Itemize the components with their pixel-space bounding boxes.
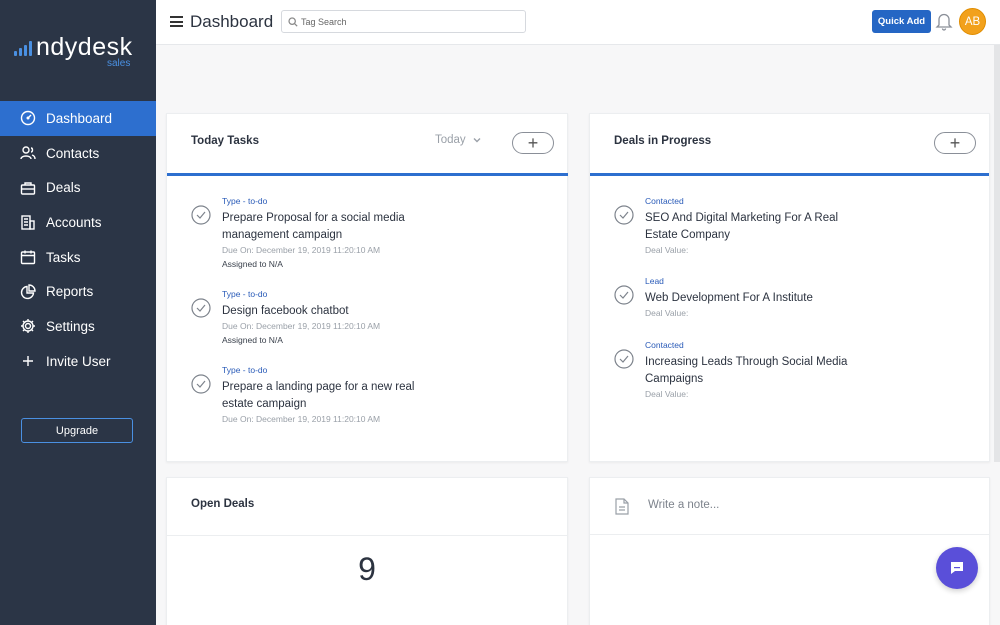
task-title[interactable]: Design facebook chatbot	[222, 303, 442, 320]
tag-search-input[interactable]	[301, 16, 521, 27]
sidebar-item-label: Invite User	[46, 353, 111, 369]
card-divider	[167, 535, 567, 536]
sidebar-nav: Dashboard Contacts Deals Accounts Tasks	[0, 101, 156, 379]
sidebar-item-label: Tasks	[46, 249, 81, 265]
chat-launcher-button[interactable]	[936, 547, 978, 589]
task-item[interactable]: Type - to-do Prepare a landing page for …	[191, 365, 521, 425]
sidebar-item-settings[interactable]: Settings	[0, 309, 156, 344]
sidebar-item-accounts[interactable]: Accounts	[0, 205, 156, 240]
sidebar-item-label: Reports	[46, 284, 94, 300]
task-due: Due On: December 19, 2019 11:20:10 AM	[222, 321, 381, 331]
tag-search[interactable]	[281, 10, 526, 33]
deal-value: Deal Value:	[645, 389, 689, 399]
brand-sub: sales	[107, 58, 131, 69]
top-header: Dashboard Quick Add AB	[156, 0, 1000, 45]
chat-bubble-icon	[951, 562, 963, 574]
deal-item[interactable]: Contacted SEO And Digital Marketing For …	[614, 196, 944, 256]
card-divider	[590, 173, 989, 176]
hamburger-menu-icon[interactable]	[170, 16, 183, 27]
sidebar-item-reports[interactable]: Reports	[0, 274, 156, 309]
chevron-down-icon	[473, 138, 481, 143]
task-type: Type - to-do	[222, 365, 268, 375]
task-title[interactable]: Prepare a landing page for a new real es…	[222, 379, 442, 413]
card-divider	[167, 173, 568, 176]
check-circle-icon[interactable]	[614, 205, 634, 225]
deal-item[interactable]: Contacted Increasing Leads Through Socia…	[614, 340, 944, 400]
sidebar-item-label: Deals	[46, 180, 81, 196]
vertical-scrollbar[interactable]	[994, 45, 1000, 462]
sidebar-item-label: Accounts	[46, 214, 102, 230]
deals-in-progress-card: Deals in Progress + Contacted SEO And Di…	[589, 113, 990, 462]
deal-item[interactable]: Lead Web Development For A Institute Dea…	[614, 276, 944, 321]
task-assigned: Assigned to N/A	[222, 335, 283, 345]
write-note-input[interactable]: Write a note...	[648, 499, 719, 511]
contacts-icon	[20, 145, 36, 161]
task-assigned: Assigned to N/A	[222, 259, 283, 269]
sidebar-item-contacts[interactable]: Contacts	[0, 136, 156, 171]
page-title: Dashboard	[190, 12, 274, 31]
sidebar-item-invite-user[interactable]: Invite User	[0, 344, 156, 379]
card-title: Open Deals	[191, 498, 255, 510]
add-task-button[interactable]: +	[512, 132, 554, 154]
sidebar-item-label: Dashboard	[46, 110, 113, 126]
sidebar-item-deals[interactable]: Deals	[0, 170, 156, 205]
calendar-icon	[20, 249, 36, 265]
card-divider	[590, 534, 990, 535]
user-avatar[interactable]: AB	[959, 8, 986, 35]
deal-value: Deal Value:	[645, 245, 689, 255]
note-icon	[615, 498, 629, 515]
task-item[interactable]: Type - to-do Design facebook chatbot Due…	[191, 289, 521, 349]
task-due: Due On: December 19, 2019 11:20:10 AM	[222, 414, 381, 424]
speedometer-icon	[20, 110, 36, 126]
logo-bars-icon	[14, 40, 32, 56]
search-icon	[288, 16, 298, 27]
open-deals-count: 9	[358, 551, 376, 587]
deal-stage: Contacted	[645, 196, 684, 206]
sidebar-item-tasks[interactable]: Tasks	[0, 240, 156, 275]
add-deal-button[interactable]: +	[934, 132, 976, 154]
deal-value: Deal Value:	[645, 308, 689, 318]
check-circle-icon[interactable]	[191, 374, 211, 394]
plus-icon	[20, 353, 36, 369]
today-filter-select[interactable]: Today	[435, 134, 482, 146]
deal-stage: Contacted	[645, 340, 684, 350]
gear-icon	[20, 318, 36, 334]
deal-title[interactable]: Increasing Leads Through Social Media Ca…	[645, 354, 865, 388]
sidebar-item-label: Settings	[46, 318, 95, 334]
task-title[interactable]: Prepare Proposal for a social media mana…	[222, 210, 442, 244]
pie-chart-icon	[20, 284, 36, 300]
deal-title[interactable]: Web Development For A Institute	[645, 290, 855, 307]
deal-stage: Lead	[645, 276, 664, 286]
sidebar-item-dashboard[interactable]: Dashboard	[0, 101, 156, 136]
open-deals-card: Open Deals 9	[166, 477, 568, 625]
card-title: Deals in Progress	[614, 135, 712, 147]
deals-icon	[20, 180, 36, 196]
notes-card: Write a note...	[589, 477, 990, 625]
today-filter-value: Today	[435, 134, 466, 146]
check-circle-icon[interactable]	[191, 298, 211, 318]
card-title: Today Tasks	[191, 135, 259, 147]
brand-logo[interactable]: ndydesk sales	[14, 33, 144, 72]
check-circle-icon[interactable]	[614, 285, 634, 305]
sidebar: ndydesk sales Dashboard Contacts Deals A…	[0, 0, 156, 625]
task-item[interactable]: Type - to-do Prepare Proposal for a soci…	[191, 196, 521, 271]
today-tasks-card: Today Tasks Today + Type - to-do Prepare…	[166, 113, 568, 462]
check-circle-icon[interactable]	[614, 349, 634, 369]
task-due: Due On: December 19, 2019 11:20:10 AM	[222, 245, 381, 255]
building-icon	[20, 214, 36, 231]
deal-title[interactable]: SEO And Digital Marketing For A Real Est…	[645, 210, 855, 244]
quick-add-button[interactable]: Quick Add	[872, 10, 931, 33]
task-type: Type - to-do	[222, 289, 268, 299]
sidebar-item-label: Contacts	[46, 145, 100, 161]
check-circle-icon[interactable]	[191, 205, 211, 225]
upgrade-button[interactable]: Upgrade	[21, 418, 133, 443]
task-type: Type - to-do	[222, 196, 268, 206]
notification-bell-icon[interactable]	[935, 11, 953, 31]
